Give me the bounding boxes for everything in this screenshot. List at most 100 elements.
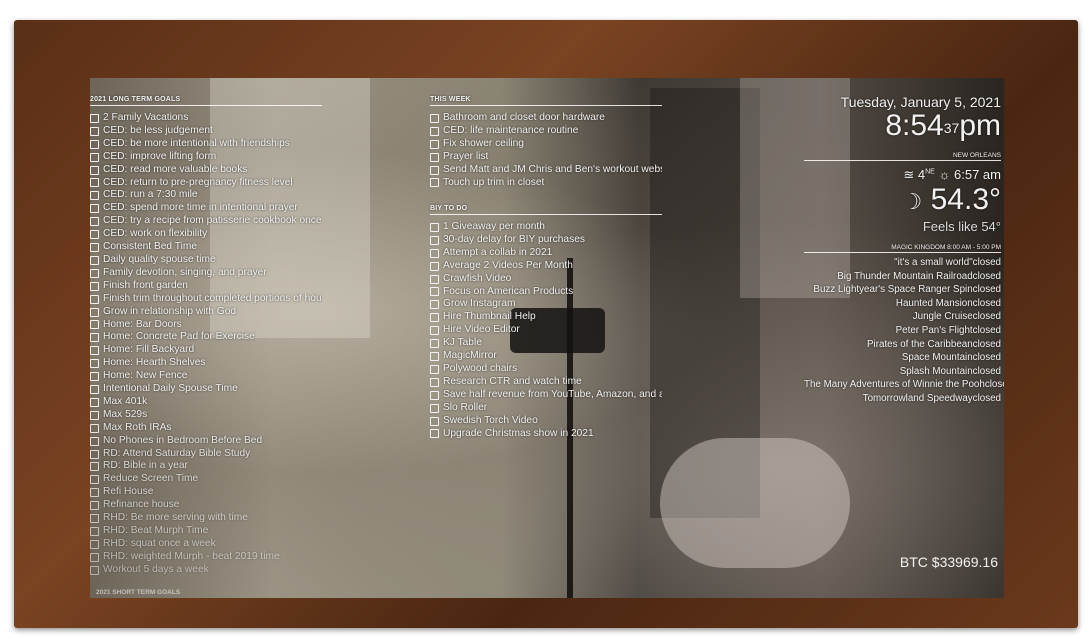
long-term-goal-item[interactable]: Finish front garden: [90, 280, 322, 293]
checkbox-icon[interactable]: [90, 488, 99, 498]
checkbox-icon[interactable]: [90, 281, 99, 291]
checkbox-icon[interactable]: [430, 274, 439, 284]
long-term-goal-item[interactable]: Home: Fill Backyard: [90, 344, 322, 357]
checkbox-icon[interactable]: [430, 326, 439, 336]
checkbox-icon[interactable]: [90, 359, 99, 369]
checkbox-icon[interactable]: [430, 165, 439, 175]
checkbox-icon[interactable]: [90, 243, 99, 253]
long-term-goal-item[interactable]: CED: be more intentional with friendship…: [90, 138, 322, 151]
checkbox-icon[interactable]: [90, 152, 99, 162]
long-term-goal-item[interactable]: Finish trim throughout completed portion…: [90, 293, 322, 306]
checkbox-icon[interactable]: [430, 416, 439, 426]
long-term-goal-item[interactable]: No Phones in Bedroom Before Bed: [90, 435, 322, 448]
long-term-goal-item[interactable]: Home: New Fence: [90, 370, 322, 383]
checkbox-icon[interactable]: [90, 230, 99, 240]
biy-todo-item[interactable]: Crawfish Video: [430, 273, 662, 286]
checkbox-icon[interactable]: [90, 294, 99, 304]
checkbox-icon[interactable]: [90, 423, 99, 433]
long-term-goal-item[interactable]: CED: read more valuable books: [90, 164, 322, 177]
long-term-goal-item[interactable]: RHD: weighted Murph - beat 2019 time: [90, 551, 322, 564]
biy-todo-item[interactable]: Hire Thumbnail Help: [430, 311, 662, 324]
biy-todo-item[interactable]: Swedish Torch Video: [430, 415, 662, 428]
checkbox-icon[interactable]: [90, 565, 99, 575]
checkbox-icon[interactable]: [90, 384, 99, 394]
checkbox-icon[interactable]: [90, 552, 99, 562]
checkbox-icon[interactable]: [90, 126, 99, 136]
checkbox-icon[interactable]: [90, 410, 99, 420]
biy-todo-item[interactable]: Research CTR and watch time: [430, 376, 662, 389]
checkbox-icon[interactable]: [430, 287, 439, 297]
biy-todo-item[interactable]: Grow Instagram: [430, 298, 662, 311]
long-term-goal-item[interactable]: RD: Attend Saturday Bible Study: [90, 448, 322, 461]
biy-todo-item[interactable]: MagicMirror: [430, 350, 662, 363]
checkbox-icon[interactable]: [430, 222, 439, 232]
checkbox-icon[interactable]: [90, 268, 99, 278]
long-term-goal-item[interactable]: Daily quality spouse time: [90, 254, 322, 267]
long-term-goal-item[interactable]: Intentional Daily Spouse Time: [90, 383, 322, 396]
checkbox-icon[interactable]: [90, 191, 99, 201]
checkbox-icon[interactable]: [430, 300, 439, 310]
biy-todo-item[interactable]: Polywood chairs: [430, 363, 662, 376]
biy-todo-item[interactable]: Slo Roller: [430, 402, 662, 415]
biy-todo-item[interactable]: Upgrade Christmas show in 2021: [430, 428, 662, 441]
checkbox-icon[interactable]: [90, 178, 99, 188]
long-term-goal-item[interactable]: Home: Bar Doors: [90, 319, 322, 332]
checkbox-icon[interactable]: [430, 235, 439, 245]
checkbox-icon[interactable]: [90, 320, 99, 330]
biy-todo-item[interactable]: 30-day delay for BIY purchases: [430, 234, 662, 247]
checkbox-icon[interactable]: [430, 313, 439, 323]
biy-todo-item[interactable]: 1 Giveaway per month: [430, 221, 662, 234]
long-term-goal-item[interactable]: RHD: squat once a week: [90, 538, 322, 551]
checkbox-icon[interactable]: [430, 364, 439, 374]
checkbox-icon[interactable]: [430, 126, 439, 136]
biy-todo-item[interactable]: KJ Table: [430, 337, 662, 350]
long-term-goal-item[interactable]: Max Roth IRAs: [90, 422, 322, 435]
biy-todo-item[interactable]: Average 2 Videos Per Month: [430, 260, 662, 273]
checkbox-icon[interactable]: [90, 165, 99, 175]
this-week-item[interactable]: Bathroom and closet door hardware: [430, 112, 662, 125]
checkbox-icon[interactable]: [90, 333, 99, 343]
this-week-item[interactable]: CED: life maintenance routine: [430, 125, 662, 138]
long-term-goal-item[interactable]: CED: spend more time in intentional pray…: [90, 202, 322, 215]
this-week-item[interactable]: Fix shower ceiling: [430, 138, 662, 151]
biy-todo-item[interactable]: Save half revenue from YouTube, Amazon, …: [430, 389, 662, 402]
checkbox-icon[interactable]: [430, 403, 439, 413]
checkbox-icon[interactable]: [90, 255, 99, 265]
long-term-goal-item[interactable]: Refi House: [90, 486, 322, 499]
long-term-goal-item[interactable]: CED: try a recipe from patisserie cookbo…: [90, 215, 322, 228]
long-term-goal-item[interactable]: RHD: Be more serving with time: [90, 512, 322, 525]
checkbox-icon[interactable]: [90, 462, 99, 472]
checkbox-icon[interactable]: [90, 449, 99, 459]
long-term-goal-item[interactable]: CED: run a 7:30 mile: [90, 189, 322, 202]
long-term-goal-item[interactable]: Home: Hearth Shelves: [90, 357, 322, 370]
long-term-goal-item[interactable]: Grow in relationship with God: [90, 306, 322, 319]
checkbox-icon[interactable]: [90, 436, 99, 446]
biy-todo-item[interactable]: Attempt a collab in 2021: [430, 247, 662, 260]
biy-todo-item[interactable]: Hire Video Editor: [430, 324, 662, 337]
long-term-goal-item[interactable]: Home: Concrete Pad for Exercise: [90, 331, 322, 344]
checkbox-icon[interactable]: [430, 261, 439, 271]
long-term-goal-item[interactable]: Refinance house: [90, 499, 322, 512]
checkbox-icon[interactable]: [90, 526, 99, 536]
checkbox-icon[interactable]: [430, 139, 439, 149]
checkbox-icon[interactable]: [430, 339, 439, 349]
checkbox-icon[interactable]: [90, 204, 99, 214]
this-week-item[interactable]: Send Matt and JM Chris and Ben's workout…: [430, 164, 662, 177]
checkbox-icon[interactable]: [90, 397, 99, 407]
checkbox-icon[interactable]: [90, 514, 99, 524]
long-term-goal-item[interactable]: Consistent Bed Time: [90, 241, 322, 254]
checkbox-icon[interactable]: [90, 113, 99, 123]
biy-todo-item[interactable]: Focus on American Products: [430, 286, 662, 299]
checkbox-icon[interactable]: [90, 346, 99, 356]
checkbox-icon[interactable]: [430, 113, 439, 123]
checkbox-icon[interactable]: [430, 377, 439, 387]
checkbox-icon[interactable]: [430, 152, 439, 162]
long-term-goal-item[interactable]: CED: be less judgement: [90, 125, 322, 138]
checkbox-icon[interactable]: [90, 501, 99, 511]
checkbox-icon[interactable]: [90, 139, 99, 149]
checkbox-icon[interactable]: [90, 539, 99, 549]
long-term-goal-item[interactable]: Max 401k: [90, 396, 322, 409]
long-term-goal-item[interactable]: Reduce Screen Time: [90, 473, 322, 486]
this-week-item[interactable]: Prayer list: [430, 151, 662, 164]
checkbox-icon[interactable]: [430, 352, 439, 362]
